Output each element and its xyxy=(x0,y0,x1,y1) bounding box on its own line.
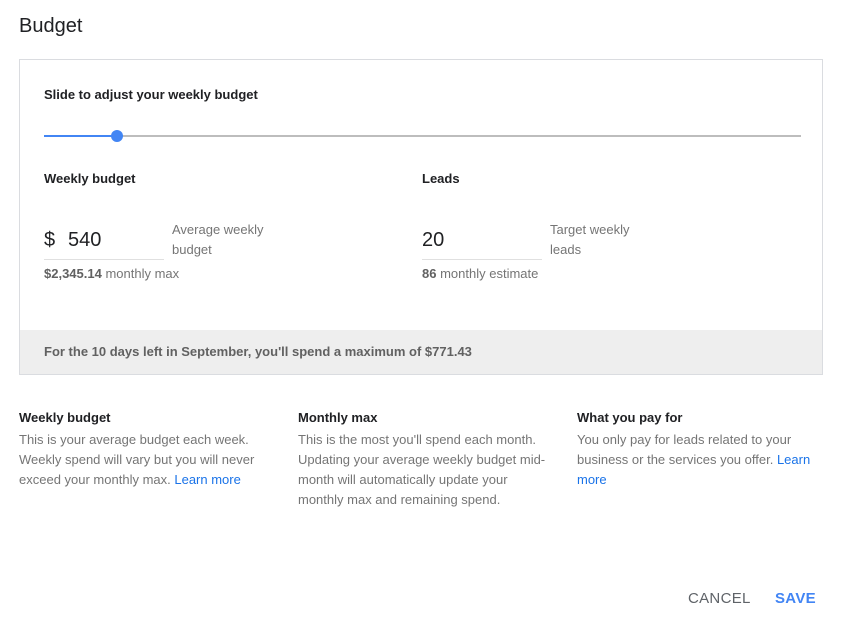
weekly-budget-slider[interactable] xyxy=(44,128,801,144)
monthly-max-label: monthly max xyxy=(105,266,180,281)
weekly-budget-field[interactable]: $ xyxy=(44,217,164,260)
info-text: This is your average budget each week. W… xyxy=(19,432,255,487)
info-heading: Monthly max xyxy=(298,410,378,425)
monthly-max: $2,345.14 monthly max xyxy=(44,266,179,281)
info-what-you-pay: What you pay for You only pay for leads … xyxy=(577,410,827,490)
monthly-estimate-label: monthly estimate xyxy=(440,266,539,281)
monthly-estimate: 86 monthly estimate xyxy=(422,266,538,281)
info-heading: What you pay for xyxy=(577,410,683,425)
cancel-button[interactable]: CANCEL xyxy=(682,586,757,611)
budget-card: Slide to adjust your weekly budget Weekl… xyxy=(19,59,823,375)
slider-track xyxy=(44,135,801,137)
weekly-budget-description: Average weekly budget xyxy=(172,222,264,257)
leads-heading: Leads xyxy=(422,171,460,186)
monthly-max-value: $2,345.14 xyxy=(44,266,102,281)
currency-symbol: $ xyxy=(44,229,56,251)
info-heading: Weekly budget xyxy=(19,410,111,425)
monthly-estimate-value: 86 xyxy=(422,266,437,281)
spend-notice: For the 10 days left in September, you'l… xyxy=(20,330,822,374)
weekly-budget-input[interactable] xyxy=(68,225,162,255)
slider-thumb[interactable] xyxy=(110,130,123,142)
save-button[interactable]: SAVE xyxy=(769,586,822,611)
leads-field[interactable] xyxy=(422,217,542,260)
slider-label: Slide to adjust your weekly budget xyxy=(44,87,258,102)
info-text: This is the most you'll spend each month… xyxy=(298,432,546,507)
info-weekly-budget: Weekly budget This is your average budge… xyxy=(19,410,269,490)
info-monthly-max: Monthly max This is the most you'll spen… xyxy=(298,410,548,510)
weekly-budget-heading: Weekly budget xyxy=(44,171,136,186)
slider-fill xyxy=(44,135,117,137)
leads-input[interactable] xyxy=(422,225,540,255)
learn-more-link[interactable]: Learn more xyxy=(174,472,240,487)
info-text: You only pay for leads related to your b… xyxy=(577,432,811,487)
leads-description: Target weekly leads xyxy=(550,222,630,257)
dialog-title: Budget xyxy=(19,15,83,37)
